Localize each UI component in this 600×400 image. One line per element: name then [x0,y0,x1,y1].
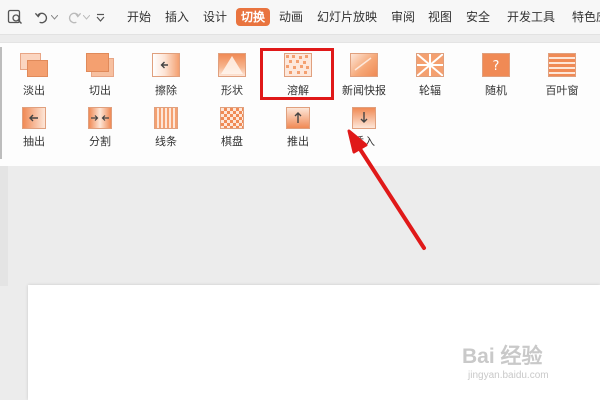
newsflash-icon [350,53,378,77]
split-icon [88,107,112,129]
effect-label: 棋盘 [221,136,243,148]
tab-design[interactable]: 设计 [203,8,227,26]
effect-shape[interactable]: 形状 [204,45,260,97]
undo-icon[interactable] [33,7,49,27]
tab-review[interactable]: 审阅 [391,8,415,26]
effect-cut-out[interactable]: 切出 [72,45,128,97]
effect-random[interactable]: ? 随机 [468,45,524,97]
effect-newsflash[interactable]: 新闻快报 [336,45,392,97]
effect-label: 擦除 [155,85,177,97]
effect-wipe[interactable]: 擦除 [138,45,194,97]
effect-label: 切出 [89,85,111,97]
wipe-icon [152,53,180,77]
effect-label: 推出 [287,136,309,148]
transition-ribbon: 淡出 切出 擦除 形状 溶解 新闻快报 轮辐 ? 随机 百叶窗 抽出 分割 线条… [0,42,600,168]
customize-quick-access-icon[interactable] [94,7,106,27]
wheel-icon [416,53,444,77]
effect-push[interactable]: 推出 [270,103,326,153]
dissolve-icon [284,53,312,77]
menu-bar: 开始 插入 设计 切换 动画 幻灯片放映 审阅 视图 安全 开发工具 特色应 [0,0,600,35]
effect-label: 线条 [155,136,177,148]
lines-icon [154,107,178,129]
effect-blinds[interactable]: 百叶窗 [534,45,590,97]
tab-view[interactable]: 视图 [428,8,452,26]
cut-out-icon [86,53,114,77]
redo-dropdown-icon[interactable] [82,7,91,27]
tab-insert[interactable]: 插入 [165,8,189,26]
effect-label: 溶解 [287,85,309,97]
fade-icon [20,53,48,77]
pull-out-icon [22,107,46,129]
effect-label: 百叶窗 [545,85,579,97]
tab-transitions[interactable]: 切换 [236,8,271,26]
effect-label: 随机 [485,85,507,97]
effect-dissolve[interactable]: 溶解 [270,45,326,97]
slide-canvas[interactable] [28,285,600,400]
push-icon [286,107,310,129]
tab-home[interactable]: 开始 [127,8,151,26]
redo-icon[interactable] [66,7,82,27]
effect-fade[interactable]: 淡出 [6,45,62,97]
effect-label: 分割 [89,136,111,148]
blinds-icon [548,53,576,77]
svg-text:?: ? [493,59,500,74]
effect-cover[interactable]: 插入 [336,103,392,153]
effect-wheel[interactable]: 轮辐 [402,45,458,97]
print-preview-icon[interactable] [6,7,24,27]
tab-animations[interactable]: 动画 [279,8,303,26]
cover-icon [352,107,376,129]
effect-label: 形状 [221,85,243,97]
effect-label: 轮辐 [419,85,441,97]
effect-checkerboard[interactable]: 棋盘 [204,103,260,153]
tab-security[interactable]: 安全 [466,8,490,26]
tab-developer[interactable]: 开发工具 [507,8,555,26]
effect-split[interactable]: 分割 [72,103,128,153]
tab-slideshow[interactable]: 幻灯片放映 [317,8,377,26]
slide-panel-edge [0,166,8,286]
shape-icon [218,53,246,77]
effect-label: 插入 [353,136,375,148]
random-icon: ? [482,53,510,77]
checkerboard-icon [220,107,244,129]
effect-pull-out[interactable]: 抽出 [6,103,62,153]
effect-label: 新闻快报 [342,85,386,97]
tab-features[interactable]: 特色应 [572,8,600,26]
undo-dropdown-icon[interactable] [50,7,59,27]
effect-lines[interactable]: 线条 [138,103,194,153]
